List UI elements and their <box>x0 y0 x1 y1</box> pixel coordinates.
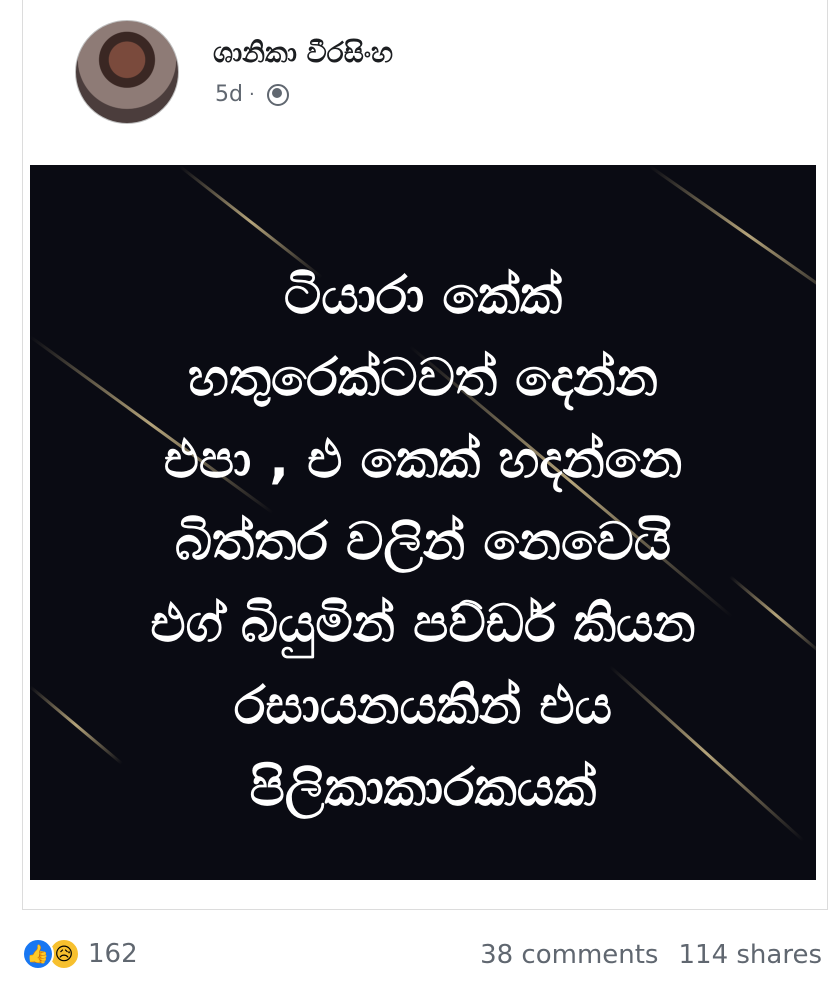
reaction-count[interactable]: 162 <box>88 939 138 969</box>
post-time[interactable]: 5d <box>215 82 243 107</box>
globe-icon[interactable] <box>266 83 289 106</box>
post-footer: 👍 😥 162 38 comments 114 shares <box>0 920 840 1000</box>
author-name[interactable]: ශානිකා වීරසිංහ <box>213 36 393 70</box>
post-header: ශානිකා වීරසිංහ 5d · <box>23 0 827 160</box>
post-image-text: ටියාරා කේක් හතුරෙක්ටවත් දෙන්න එපා , එ කෙ… <box>150 266 696 818</box>
reactions-summary[interactable]: 👍 😥 162 <box>22 938 138 970</box>
post-image[interactable]: ටියාරා කේක් හතුරෙක්ටවත් දෙන්න එපා , එ කෙ… <box>30 165 816 880</box>
comments-count[interactable]: 38 comments <box>480 940 658 970</box>
post-stats: 38 comments 114 shares <box>480 940 822 970</box>
meta-separator: · <box>248 84 255 105</box>
like-icon: 👍 <box>22 938 54 970</box>
post-meta: 5d · <box>215 82 289 107</box>
author-avatar[interactable] <box>75 20 179 124</box>
shares-count[interactable]: 114 shares <box>678 940 822 970</box>
